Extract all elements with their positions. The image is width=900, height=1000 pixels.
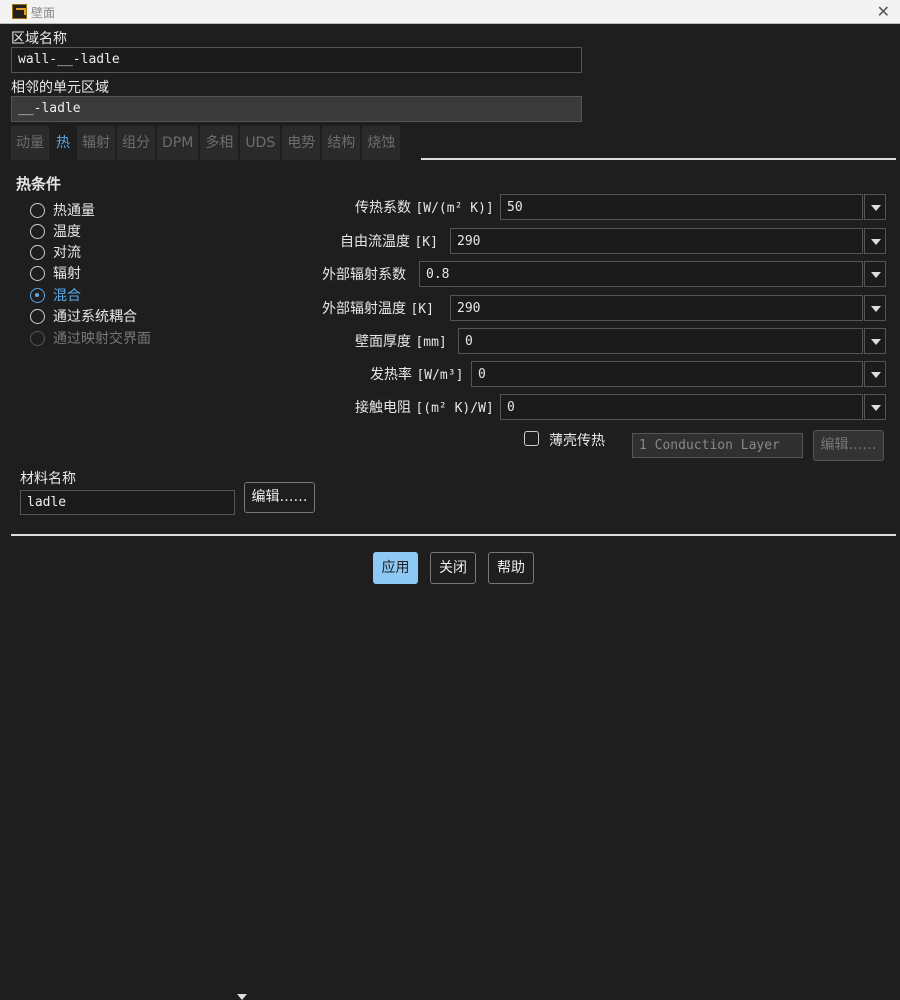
divider bbox=[11, 534, 896, 536]
tab-bar: 动量 热 辐射 组分 DPM 多相 UDS 电势 结构 烧蚀 bbox=[11, 126, 401, 160]
tab-species[interactable]: 组分 bbox=[117, 126, 155, 160]
zone-name-label: 区域名称 bbox=[11, 31, 67, 47]
tab-multiphase[interactable]: 多相 bbox=[200, 126, 239, 160]
tab-radiation[interactable]: 辐射 bbox=[77, 126, 115, 160]
app-icon bbox=[12, 4, 27, 19]
dropdown-arrow-icon[interactable] bbox=[864, 328, 886, 354]
tab-uds[interactable]: UDS bbox=[240, 126, 281, 160]
dropdown-arrow-icon[interactable] bbox=[864, 228, 886, 254]
param-free-stream-temp: 自由流温度 [K] 290 bbox=[0, 228, 900, 254]
param-external-radiation-temp: 外部辐射温度 [K] 290 bbox=[0, 295, 900, 321]
tab-potential[interactable]: 电势 bbox=[282, 126, 321, 160]
param-contact-resistance: 接触电阻 [(m² K)/W] 0 bbox=[0, 394, 900, 420]
param-unit: [W/(m² K)] bbox=[415, 201, 494, 216]
param-unit: [K] bbox=[410, 302, 434, 317]
close-button[interactable]: 关闭 bbox=[430, 552, 476, 584]
param-label: 接触电阻 bbox=[355, 400, 411, 416]
param-input[interactable]: 290 bbox=[450, 295, 863, 321]
dropdown-arrow-icon[interactable] bbox=[864, 361, 886, 387]
material-select[interactable]: ladle bbox=[20, 490, 247, 1000]
param-wall-thickness: 壁面厚度 [mm] 0 bbox=[0, 328, 900, 354]
help-button[interactable]: 帮助 bbox=[488, 552, 534, 584]
material-edit-button[interactable]: 编辑…… bbox=[244, 482, 315, 513]
param-label: 自由流温度 bbox=[340, 234, 410, 250]
tab-momentum[interactable]: 动量 bbox=[11, 126, 49, 160]
material-value: ladle bbox=[27, 495, 67, 510]
param-input[interactable]: 0 bbox=[471, 361, 863, 387]
tab-structure[interactable]: 结构 bbox=[322, 126, 361, 160]
adjacent-zone-field: __-ladle bbox=[11, 96, 582, 122]
tab-thermal[interactable]: 热 bbox=[51, 126, 75, 160]
param-label: 外部辐射系数 bbox=[322, 267, 406, 283]
dropdown-arrow-icon[interactable] bbox=[864, 194, 886, 220]
material-name-label: 材料名称 bbox=[20, 471, 76, 487]
param-input[interactable]: 0 bbox=[500, 394, 863, 420]
shell-conduction-label: 薄壳传热 bbox=[549, 433, 605, 449]
tab-dpm[interactable]: DPM bbox=[157, 126, 199, 160]
window-title: 壁面 bbox=[31, 6, 56, 20]
zone-name-input[interactable]: wall-__-ladle bbox=[11, 47, 582, 73]
tab-divider bbox=[421, 158, 896, 160]
param-input[interactable]: 50 bbox=[500, 194, 863, 220]
apply-button[interactable]: 应用 bbox=[373, 552, 418, 584]
dropdown-arrow-icon[interactable] bbox=[864, 261, 886, 287]
conduction-layers-field: 1 Conduction Layer bbox=[632, 433, 803, 458]
dropdown-arrow-icon[interactable] bbox=[864, 394, 886, 420]
param-input[interactable]: 290 bbox=[450, 228, 863, 254]
param-label: 壁面厚度 bbox=[355, 334, 411, 350]
param-external-emissivity: 外部辐射系数 0.8 bbox=[0, 261, 900, 287]
param-label: 发热率 bbox=[370, 367, 412, 383]
shell-conduction-checkbox[interactable] bbox=[524, 431, 539, 446]
param-input[interactable]: 0 bbox=[458, 328, 863, 354]
shell-edit-button: 编辑…… bbox=[813, 430, 884, 461]
thermal-conditions-title: 热条件 bbox=[16, 175, 62, 193]
title-bar: 壁面 ✕ bbox=[0, 0, 900, 24]
param-unit: [K] bbox=[414, 235, 438, 250]
param-unit: [mm] bbox=[415, 335, 447, 350]
param-label: 外部辐射温度 bbox=[322, 301, 406, 317]
param-label: 传热系数 bbox=[355, 200, 411, 216]
param-heat-transfer-coeff: 传热系数 [W/(m² K)] 50 bbox=[0, 194, 900, 220]
tab-ablation[interactable]: 烧蚀 bbox=[362, 126, 401, 160]
param-unit: [(m² K)/W] bbox=[415, 401, 494, 416]
param-heat-generation-rate: 发热率 [W/m³] 0 bbox=[0, 361, 900, 387]
close-icon[interactable]: ✕ bbox=[877, 2, 890, 21]
param-unit: [W/m³] bbox=[416, 368, 464, 383]
dropdown-arrow-icon[interactable] bbox=[864, 295, 886, 321]
dropdown-arrow-icon bbox=[231, 984, 247, 1000]
adjacent-zone-label: 相邻的单元区域 bbox=[11, 80, 109, 96]
param-input[interactable]: 0.8 bbox=[419, 261, 863, 287]
